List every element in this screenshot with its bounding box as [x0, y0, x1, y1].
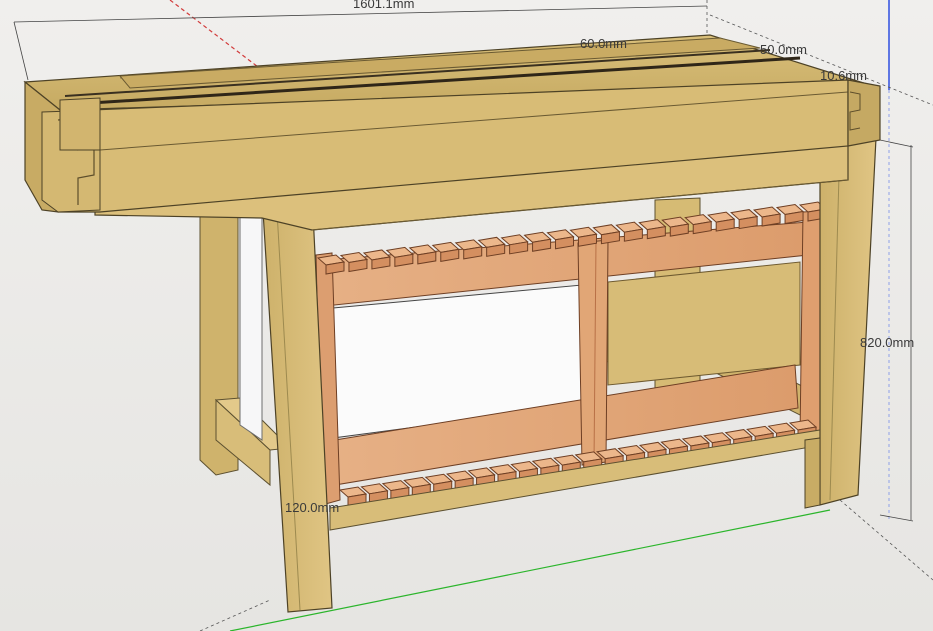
floor-guide-left	[199, 599, 271, 631]
floor-guide-bottom	[839, 499, 933, 581]
left-end-opening	[239, 204, 263, 441]
dimension-label-top-b[interactable]: 50.0mm	[760, 42, 807, 57]
dimension-label-bottom-slat[interactable]: 120.0mm	[285, 500, 339, 515]
front-right-leg	[819, 137, 877, 506]
dimension-tick-top	[879, 139, 914, 148]
dimension-guide-left	[13, 21, 29, 81]
front-right-low-stretcher	[804, 437, 821, 509]
dimension-tick-bottom	[879, 514, 914, 522]
dimension-label-length[interactable]: 1601.1mm	[353, 0, 414, 11]
dimension-label-height[interactable]: 820.0mm	[860, 335, 914, 350]
storage-opening-right	[607, 261, 801, 386]
storage-middle-divider	[577, 239, 609, 466]
dimension-label-top-c[interactable]: 10.6mm	[820, 68, 867, 83]
workbench-3d-model[interactable]	[0, 0, 933, 631]
dimension-label-top-a[interactable]: 60.0mm	[580, 36, 627, 51]
vise-block	[59, 97, 101, 151]
modeling-viewport[interactable]: 1601.1mm 820.0mm 120.0mm 60.0mm 50.0mm 1…	[0, 0, 933, 631]
red-axis-line	[169, 0, 263, 71]
bench-top-right-end	[847, 79, 881, 147]
